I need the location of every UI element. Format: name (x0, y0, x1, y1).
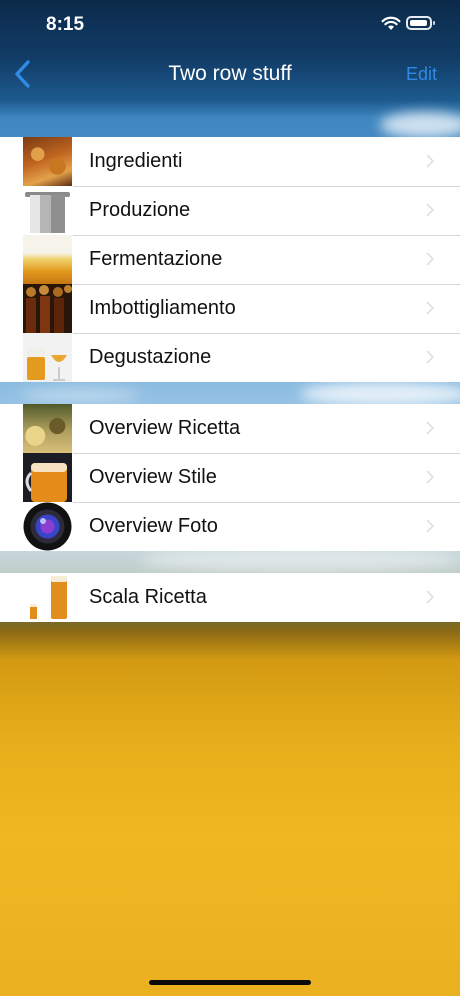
home-indicator[interactable] (149, 980, 311, 985)
row-degustazione[interactable]: Degustazione (0, 333, 460, 382)
foam-icon (23, 235, 72, 284)
chevron-right-icon (426, 252, 434, 266)
table-section-2: Overview Ricetta Overview Stile Overview… (0, 404, 460, 551)
status-bar: 8:15 (0, 0, 460, 50)
row-label: Produzione (89, 199, 191, 221)
chevron-right-icon (426, 350, 434, 364)
row-label: Ingredienti (89, 150, 183, 172)
row-label: Degustazione (89, 346, 212, 368)
pitcher-icon (23, 453, 72, 502)
chevron-right-icon (426, 421, 434, 435)
row-fermentazione[interactable]: Fermentazione (0, 235, 460, 284)
bottles-icon (23, 284, 72, 333)
row-label: Overview Stile (89, 466, 217, 488)
grain-icon (23, 137, 72, 186)
status-time: 8:15 (46, 14, 85, 35)
row-label: Fermentazione (89, 248, 223, 270)
camera-lens-icon (23, 502, 72, 551)
chevron-right-icon (426, 154, 434, 168)
table-section-3: Scala Ricetta (0, 573, 460, 622)
chevron-right-icon (426, 519, 434, 533)
chevron-right-icon (426, 590, 434, 604)
navigation-bar: Two row stuff Edit (0, 50, 460, 98)
battery-icon (406, 16, 435, 30)
row-overview-stile[interactable]: Overview Stile (0, 453, 460, 502)
row-label: Imbottigliamento (89, 297, 236, 319)
row-produzione[interactable]: Produzione (0, 186, 460, 235)
row-label: Overview Ricetta (89, 417, 241, 439)
row-overview-foto[interactable]: Overview Foto (0, 502, 460, 551)
beer-scale-icon (23, 573, 72, 622)
table-section-1: Ingredienti Produzione Fermentazione Imb… (0, 137, 460, 382)
recipe-icon (23, 404, 72, 453)
row-overview-ricetta[interactable]: Overview Ricetta (0, 404, 460, 453)
chevron-right-icon (426, 203, 434, 217)
wifi-icon (381, 16, 401, 30)
row-imbottigliamento[interactable]: Imbottigliamento (0, 284, 460, 333)
row-scala-ricetta[interactable]: Scala Ricetta (0, 573, 460, 622)
edit-button[interactable]: Edit (406, 64, 437, 85)
row-ingredienti[interactable]: Ingredienti (0, 137, 460, 186)
glasses-icon (23, 333, 72, 382)
chevron-right-icon (426, 301, 434, 315)
chevron-right-icon (426, 470, 434, 484)
pot-icon (23, 186, 72, 235)
row-label: Overview Foto (89, 515, 218, 537)
row-label: Scala Ricetta (89, 586, 207, 608)
nav-title: Two row stuff (168, 62, 292, 85)
